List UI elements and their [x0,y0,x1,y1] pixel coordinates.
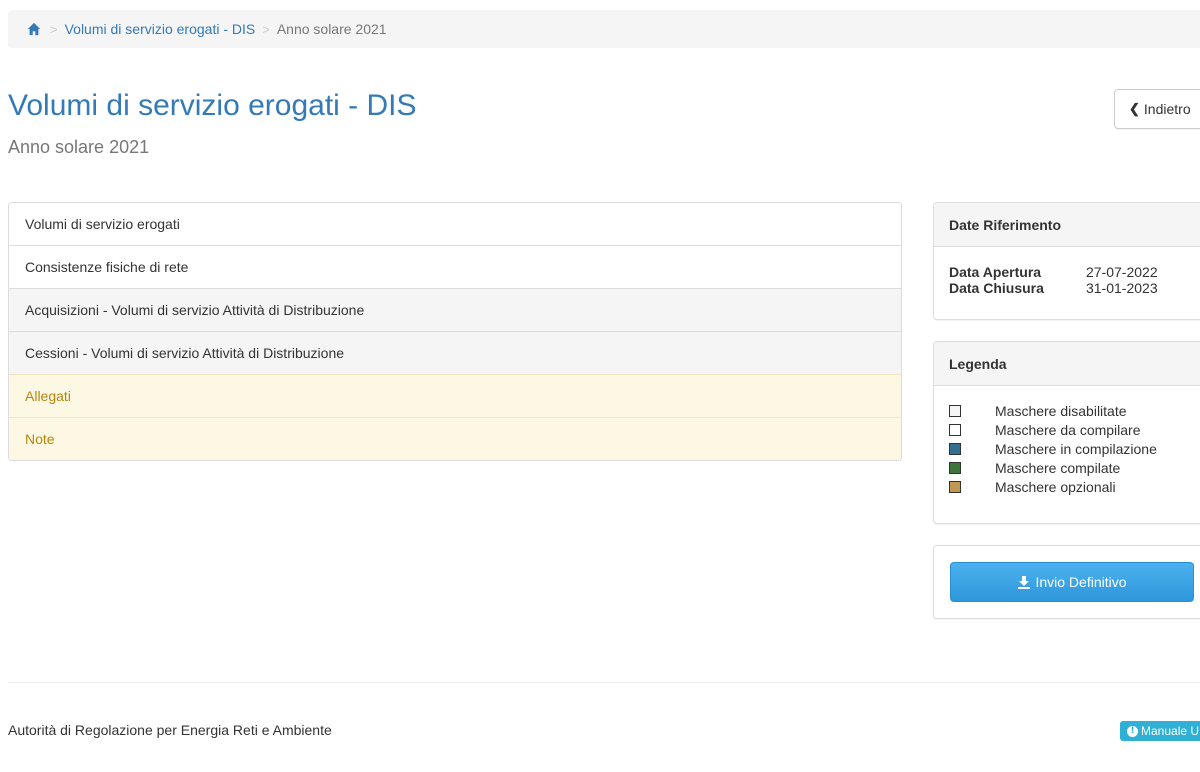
legend-label: Maschere opzionali [995,478,1116,495]
breadcrumb-separator: > [262,21,270,37]
legend-swatch [949,423,961,436]
user-manual-button[interactable]: ! Manuale U [1120,721,1200,741]
final-submit-button[interactable]: Invio Definitivo [950,562,1194,602]
legend-item: Maschere compilate [949,458,1200,477]
submit-panel: Invio Definitivo [933,545,1200,619]
breadcrumb-current: Anno solare 2021 [276,21,387,37]
legend-panel: Legenda Maschere disabilitate Maschere d… [933,341,1200,524]
legend-swatch [949,404,961,417]
breadcrumb: > Volumi di servizio erogati - DIS > Ann… [8,10,1200,48]
mask-label: Cessioni - Volumi di servizio Attività d… [25,345,345,361]
panel-heading: Date Riferimento [934,203,1200,247]
mask-label: Acquisizioni - Volumi di servizio Attivi… [25,302,365,318]
opening-date-label: Data Apertura [949,264,1042,280]
legend-label: Maschere da compilare [995,421,1141,438]
mask-label: Consistenze fisiche di rete [25,259,189,275]
legend-heading: Legenda [949,355,1007,372]
legend-item: Maschere opzionali [949,477,1200,496]
dates-body: Data Apertura 27-07-2022 Data Chiusura 3… [934,247,1200,296]
opening-date-value: 27-07-2022 [1086,264,1158,280]
reference-dates-panel: Date Riferimento Data Apertura 27-07-202… [933,202,1200,320]
legend-swatch [949,480,961,493]
opening-date-row: Data Apertura 27-07-2022 [949,264,1200,280]
legend-body: Maschere disabilitate Maschere da compil… [934,386,1200,496]
chevron-left-icon: ❮ [1129,101,1140,116]
list-item[interactable]: Acquisizioni - Volumi di servizio Attivi… [9,288,901,331]
masks-list: Volumi di servizio erogati Consistenze f… [8,202,902,461]
closing-date-row: Data Chiusura 31-01-2023 [949,280,1200,296]
footer-divider [8,682,1200,683]
legend-item: Maschere in compilazione [949,439,1200,458]
mask-label: Note [25,431,55,447]
footer-organization: Autorità di Regolazione per Energia Reti… [8,722,332,738]
legend-label: Maschere disabilitate [995,402,1127,419]
closing-date-value: 31-01-2023 [1086,280,1158,296]
final-submit-label: Invio Definitivo [1035,574,1127,590]
panel-heading: Legenda [934,342,1200,386]
list-item[interactable]: Cessioni - Volumi di servizio Attività d… [9,331,901,374]
list-item[interactable]: Consistenze fisiche di rete [9,245,901,288]
list-item[interactable]: Allegati [9,374,901,417]
legend-label: Maschere in compilazione [995,440,1157,457]
back-button-label: Indietro [1143,101,1191,117]
legend-item: Maschere da compilare [949,420,1200,439]
page-subtitle: Anno solare 2021 [8,137,150,157]
user-manual-label: Manuale U [1141,724,1200,738]
legend-item: Maschere disabilitate [949,401,1200,420]
legend-swatch [949,442,961,455]
mask-label: Allegati [25,388,71,404]
closing-date-label: Data Chiusura [949,280,1044,296]
legend-label: Maschere compilate [995,459,1121,476]
list-item[interactable]: Volumi di servizio erogati [9,203,901,245]
breadcrumb-link-parent[interactable]: Volumi di servizio erogati - DIS [65,21,256,37]
mask-label: Volumi di servizio erogati [25,216,180,232]
download-icon [1018,576,1031,589]
legend-swatch [949,461,961,474]
info-circle-icon: ! [1127,725,1138,737]
list-item[interactable]: Note [9,417,901,460]
home-icon[interactable] [27,22,41,36]
breadcrumb-separator: > [50,21,58,37]
back-button[interactable]: ❮ Indietro [1114,89,1200,129]
page-title: Volumi di servizio erogati - DIS [8,89,417,122]
